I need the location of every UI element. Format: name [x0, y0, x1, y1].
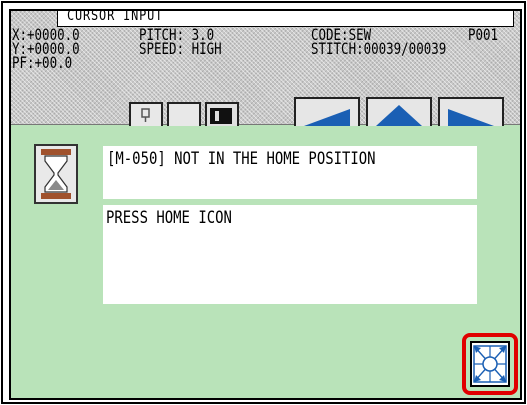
status-header: CURSOR INPUT X:+0000.0 Y:+0000.0 PF:+00.…	[11, 11, 520, 126]
move-down-left-button[interactable]	[294, 97, 360, 126]
speed-value: SPEED: HIGH	[139, 39, 222, 58]
error-message-box: [M-050] NOT IN THE HOME POSITION	[103, 146, 477, 199]
presser-icon	[141, 108, 150, 122]
lcd-screen: CURSOR INPUT X:+0000.0 Y:+0000.0 PF:+00.…	[9, 9, 522, 400]
presser-button[interactable]	[129, 102, 163, 126]
instruction-text: PRESS HOME ICON	[106, 208, 232, 228]
panel-frame: CURSOR INPUT X:+0000.0 Y:+0000.0 PF:+00.…	[1, 1, 526, 404]
move-up-button[interactable]	[366, 97, 432, 126]
stitch-count: STITCH:00039/00039	[311, 39, 447, 58]
arrow-down-right-icon	[448, 109, 494, 126]
pf-value: PF:+00.0	[12, 53, 73, 72]
instruction-box: PRESS HOME ICON	[103, 205, 477, 304]
machine-icon	[210, 108, 232, 124]
error-message: [M-050] NOT IN THE HOME POSITION	[107, 149, 376, 169]
arrow-up-icon	[376, 105, 422, 126]
home-button-highlight	[462, 333, 518, 395]
machine-button[interactable]	[205, 102, 239, 126]
mode-title-bar: CURSOR INPUT	[57, 11, 514, 27]
mode-title: CURSOR INPUT	[67, 9, 164, 24]
move-down-right-button[interactable]	[438, 97, 504, 126]
arrow-down-left-icon	[304, 109, 350, 126]
hourglass-icon	[34, 144, 78, 204]
blank-tool-button[interactable]	[167, 102, 201, 126]
home-position-icon	[473, 345, 507, 383]
program-number: P001	[468, 25, 499, 44]
home-button[interactable]	[470, 341, 510, 387]
